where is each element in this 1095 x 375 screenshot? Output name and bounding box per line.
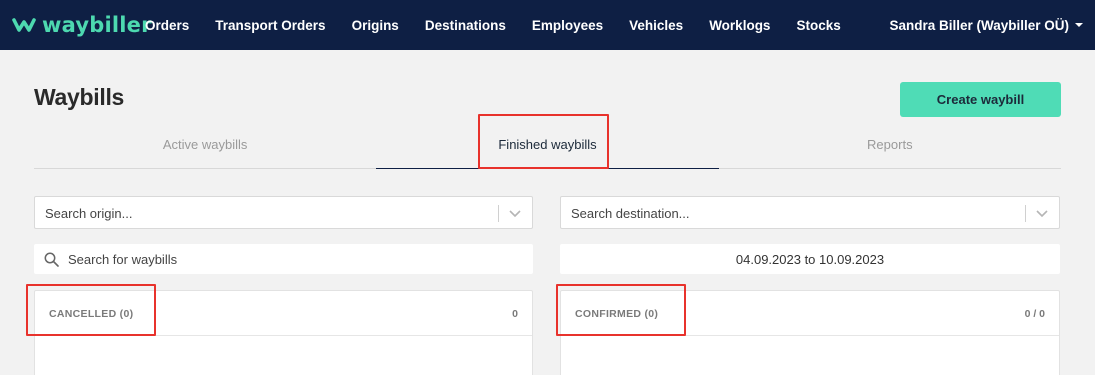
date-range-picker[interactable]: 04.09.2023 to 10.09.2023 (560, 244, 1060, 274)
chevron-down-icon[interactable] (1035, 204, 1049, 222)
brand-name: waybiller (42, 13, 152, 37)
highlight-confirmed (556, 284, 686, 336)
nav-item-worklogs[interactable]: Worklogs (709, 18, 770, 33)
destination-select[interactable]: Search destination... (560, 196, 1060, 229)
tab-reports[interactable]: Reports (719, 120, 1061, 168)
nav-item-employees[interactable]: Employees (532, 18, 603, 33)
chevron-down-icon[interactable] (508, 204, 522, 222)
chevron-down-icon (1075, 23, 1083, 27)
select-separator (498, 205, 499, 222)
highlight-cancelled (26, 284, 156, 336)
nav-item-destinations[interactable]: Destinations (425, 18, 506, 33)
user-name: Sandra Biller (Waybiller OÜ) (889, 17, 1069, 33)
brand-logo[interactable]: waybiller (12, 12, 152, 38)
page-title: Waybills (34, 84, 125, 110)
top-navigation-bar: waybiller Orders Transport Orders Origin… (0, 0, 1095, 50)
search-icon (44, 252, 59, 267)
main-nav: Orders Transport Orders Origins Destinat… (145, 0, 867, 50)
destination-select-placeholder: Search destination... (571, 206, 690, 221)
highlight-finished-tab (478, 114, 609, 169)
create-waybill-button[interactable]: Create waybill (900, 82, 1061, 117)
nav-item-origins[interactable]: Origins (352, 18, 399, 33)
origin-select[interactable]: Search origin... (34, 196, 533, 229)
user-menu[interactable]: Sandra Biller (Waybiller OÜ) (889, 0, 1083, 50)
nav-item-stocks[interactable]: Stocks (796, 18, 840, 33)
confirmed-panel-count: 0 / 0 (1024, 308, 1045, 320)
origin-select-placeholder: Search origin... (45, 206, 133, 221)
nav-item-transport-orders[interactable]: Transport Orders (215, 18, 325, 33)
tab-active-waybills[interactable]: Active waybills (34, 120, 376, 168)
cancelled-panel-count: 0 (512, 308, 518, 320)
search-input[interactable] (68, 244, 518, 274)
waybill-search (34, 244, 533, 274)
waybiller-logo-icon (12, 18, 36, 32)
nav-item-vehicles[interactable]: Vehicles (629, 18, 683, 33)
nav-item-orders[interactable]: Orders (145, 18, 189, 33)
select-separator (1025, 205, 1026, 222)
